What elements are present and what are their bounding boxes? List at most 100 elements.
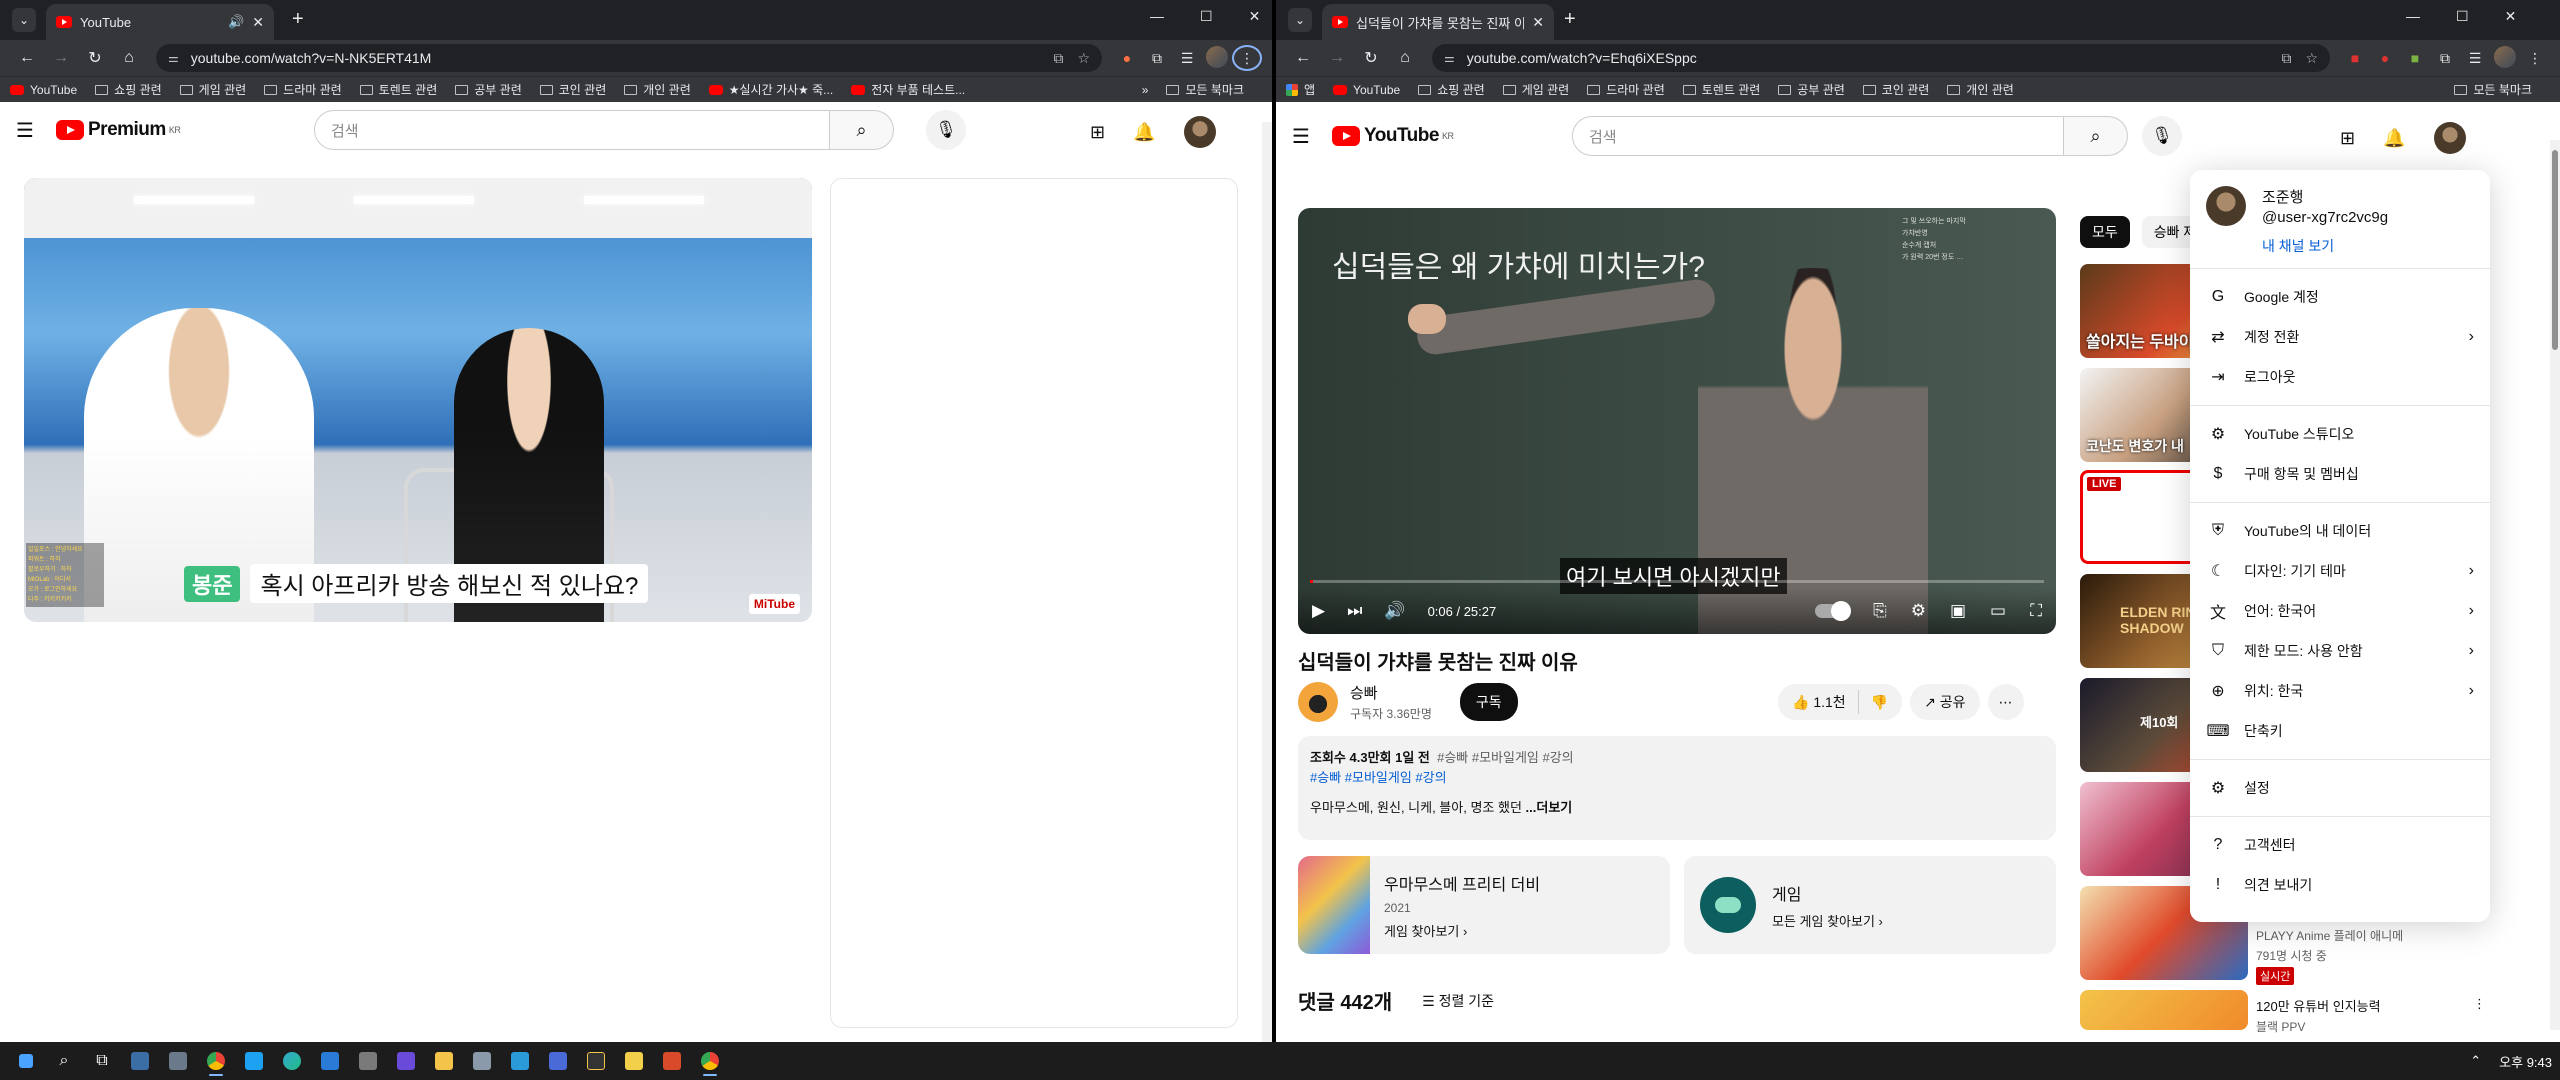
play-icon[interactable]: ▶ xyxy=(1312,601,1325,621)
video-player[interactable]: 십덕들은 왜 가챠에 미치는가? 그 및 쓰오하는 마지막 가챠반영 순수게 캡… xyxy=(1298,208,2056,634)
subscribe-button[interactable]: 구독 xyxy=(1459,683,1518,721)
all-bookmarks[interactable]: 모든 북마크 xyxy=(1166,81,1244,98)
new-tab-button[interactable]: + xyxy=(1564,8,1576,31)
video-player[interactable]: 일일포스 : 안녕하세요 파워트 : 하하 팔로우하기 : 하하 MIOLab … xyxy=(24,178,812,622)
bookmark-folder[interactable]: 코인 관련 xyxy=(539,81,606,98)
site-info-icon[interactable]: ⚌ xyxy=(168,51,179,65)
channel-name[interactable]: 승빠 xyxy=(1350,682,1432,703)
bookmark-item[interactable]: YouTube xyxy=(10,83,77,97)
chrome-icon[interactable] xyxy=(692,1046,728,1076)
menu-item[interactable]: ⚙ YouTube 스튜디오 xyxy=(2190,414,2490,454)
app-icon[interactable] xyxy=(236,1046,272,1076)
back-icon[interactable]: ← xyxy=(1286,49,1320,67)
close-tab-icon[interactable]: ✕ xyxy=(252,14,264,31)
app-icon[interactable] xyxy=(388,1046,424,1076)
account-avatar[interactable] xyxy=(1183,116,1216,148)
bookmarks-overflow-button[interactable]: » xyxy=(1142,83,1149,97)
maximize-icon[interactable]: ☐ xyxy=(2456,8,2469,25)
bookmark-folder[interactable]: 개인 관련 xyxy=(624,81,691,98)
menu-item[interactable]: ? 고객센터 xyxy=(2190,825,2490,865)
theater-mode-icon[interactable]: ▭ xyxy=(1990,601,2006,621)
extensions-puzzle-icon[interactable]: ⧉ xyxy=(1142,50,1172,67)
home-icon[interactable]: ⌂ xyxy=(1388,49,1422,67)
menu-item[interactable]: ⌨ 단축키 xyxy=(2190,711,2490,751)
view-channel-link[interactable]: 내 채널 보기 xyxy=(2262,236,2388,256)
menu-item[interactable]: ⊕ 위치: 한국 › xyxy=(2190,671,2490,711)
bookmark-item[interactable]: YouTube xyxy=(1333,83,1400,97)
bookmark-folder[interactable]: 공부 관련 xyxy=(1778,81,1845,98)
maximize-icon[interactable]: ☐ xyxy=(1200,8,1213,25)
app-icon[interactable] xyxy=(464,1046,500,1076)
voice-search-icon[interactable]: 🎙 xyxy=(926,110,966,150)
category-card[interactable]: 게임 모든 게임 찾아보기 › xyxy=(1684,856,2056,954)
search-icon[interactable]: ⌕ xyxy=(2064,116,2128,156)
account-avatar[interactable] xyxy=(2433,122,2466,154)
minimize-icon[interactable]: — xyxy=(2406,8,2420,25)
app-icon[interactable] xyxy=(312,1046,348,1076)
guide-menu-icon[interactable]: ☰ xyxy=(16,118,56,143)
tray-chevron-icon[interactable]: ⌃ xyxy=(2470,1053,2481,1069)
menu-item[interactable]: ⛉ 제한 모드: 사용 안함 › xyxy=(2190,631,2490,671)
all-bookmarks[interactable]: 모든 북마크 xyxy=(2454,81,2532,98)
menu-item[interactable]: ⛨ YouTube의 내 데이터 xyxy=(2190,511,2490,551)
search-input[interactable]: 검색 xyxy=(1572,116,2064,156)
tab-search-button[interactable]: ⌄ xyxy=(12,8,36,32)
terminal-icon[interactable] xyxy=(578,1046,614,1076)
progress-bar[interactable] xyxy=(1310,580,2044,583)
description-box[interactable]: 조회수 4.3만회 1일 전 #승빠 #모바일게임 #강의 #승빠 #모바일게임… xyxy=(1298,736,2056,840)
fullscreen-icon[interactable]: ⛶ xyxy=(2030,601,2042,621)
menu-item[interactable]: ⇄ 계정 전환 › xyxy=(2190,317,2490,357)
close-tab-icon[interactable]: ✕ xyxy=(1532,14,1544,31)
extension-icon[interactable]: ● xyxy=(2370,50,2400,66)
home-icon[interactable]: ⌂ xyxy=(112,49,146,67)
show-more-link[interactable]: ...더보기 xyxy=(1526,800,1573,815)
bookmark-star-icon[interactable]: ☆ xyxy=(2305,50,2318,67)
chip-all[interactable]: 모두 xyxy=(2080,216,2130,248)
menu-item[interactable]: ⇥ 로그아웃 xyxy=(2190,357,2490,397)
bookmark-folder[interactable]: 개인 관련 xyxy=(1947,81,2014,98)
bookmark-folder[interactable]: 토렌트 관련 xyxy=(359,81,437,98)
voice-search-icon[interactable]: 🎙 xyxy=(2142,116,2182,156)
menu-kebab-icon[interactable]: ⋮ xyxy=(2520,50,2550,67)
app-icon[interactable] xyxy=(122,1046,158,1076)
share-button[interactable]: ↗ 공유 xyxy=(1910,684,1980,720)
bookmark-folder[interactable]: 쇼핑 관련 xyxy=(95,81,162,98)
menu-kebab-icon[interactable]: ⋮ xyxy=(1232,45,1262,71)
install-icon[interactable]: ⧉ xyxy=(2281,50,2291,67)
miniplayer-icon[interactable]: ▣ xyxy=(1950,601,1966,621)
edge-icon[interactable] xyxy=(274,1046,310,1076)
reading-list-icon[interactable]: ☰ xyxy=(2460,50,2490,67)
bookmark-folder[interactable]: 드라마 관련 xyxy=(264,81,342,98)
search-input[interactable]: 검색 xyxy=(314,110,830,150)
reload-icon[interactable]: ↻ xyxy=(1354,48,1388,68)
extension-icon[interactable]: ■ xyxy=(2400,50,2430,66)
extension-icon[interactable]: ● xyxy=(1112,50,1142,66)
install-icon[interactable]: ⧉ xyxy=(1053,50,1063,67)
autoplay-toggle[interactable] xyxy=(1815,601,1852,621)
menu-item[interactable]: G Google 계정 xyxy=(2190,277,2490,317)
app-icon[interactable] xyxy=(540,1046,576,1076)
game-card[interactable]: 우마무스메 프리티 더비 2021 게임 찾아보기 › xyxy=(1298,856,1670,954)
bookmark-folder[interactable]: 게임 관련 xyxy=(1502,81,1569,98)
start-button[interactable] xyxy=(8,1046,44,1076)
close-window-icon[interactable]: ✕ xyxy=(1249,8,1261,25)
close-window-icon[interactable]: ✕ xyxy=(2505,8,2517,25)
captions-icon[interactable]: ⎘ xyxy=(1873,601,1887,621)
address-bar[interactable]: ⚌ youtube.com/watch?v=N-NK5ERT41M ⧉ ☆ xyxy=(156,44,1102,72)
chrome-icon[interactable] xyxy=(198,1046,234,1076)
tab-video[interactable]: 십덕들이 가챠를 못참는 진짜 이유 ✕ xyxy=(1322,4,1554,40)
bookmark-folder[interactable]: 공부 관련 xyxy=(455,81,522,98)
menu-item[interactable]: ☾ 디자인: 기기 테마 › xyxy=(2190,551,2490,591)
app-icon[interactable] xyxy=(160,1046,196,1076)
app-icon[interactable] xyxy=(616,1046,652,1076)
address-bar[interactable]: ⚌ youtube.com/watch?v=Ehq6iXESppc ⧉ ☆ xyxy=(1432,44,2330,72)
bookmark-folder[interactable]: 토렌트 관련 xyxy=(1682,81,1760,98)
clock[interactable]: 오후 9:43 xyxy=(2499,1052,2552,1071)
search-icon[interactable]: ⌕ xyxy=(830,110,894,150)
more-actions-icon[interactable]: ⋯ xyxy=(1987,684,2024,720)
app-icon[interactable] xyxy=(502,1046,538,1076)
new-tab-button[interactable]: + xyxy=(292,8,304,31)
next-icon[interactable]: ⏭ xyxy=(1347,601,1362,621)
reading-list-icon[interactable]: ☰ xyxy=(1172,50,1202,67)
create-icon[interactable]: ⊞ xyxy=(2340,128,2355,149)
